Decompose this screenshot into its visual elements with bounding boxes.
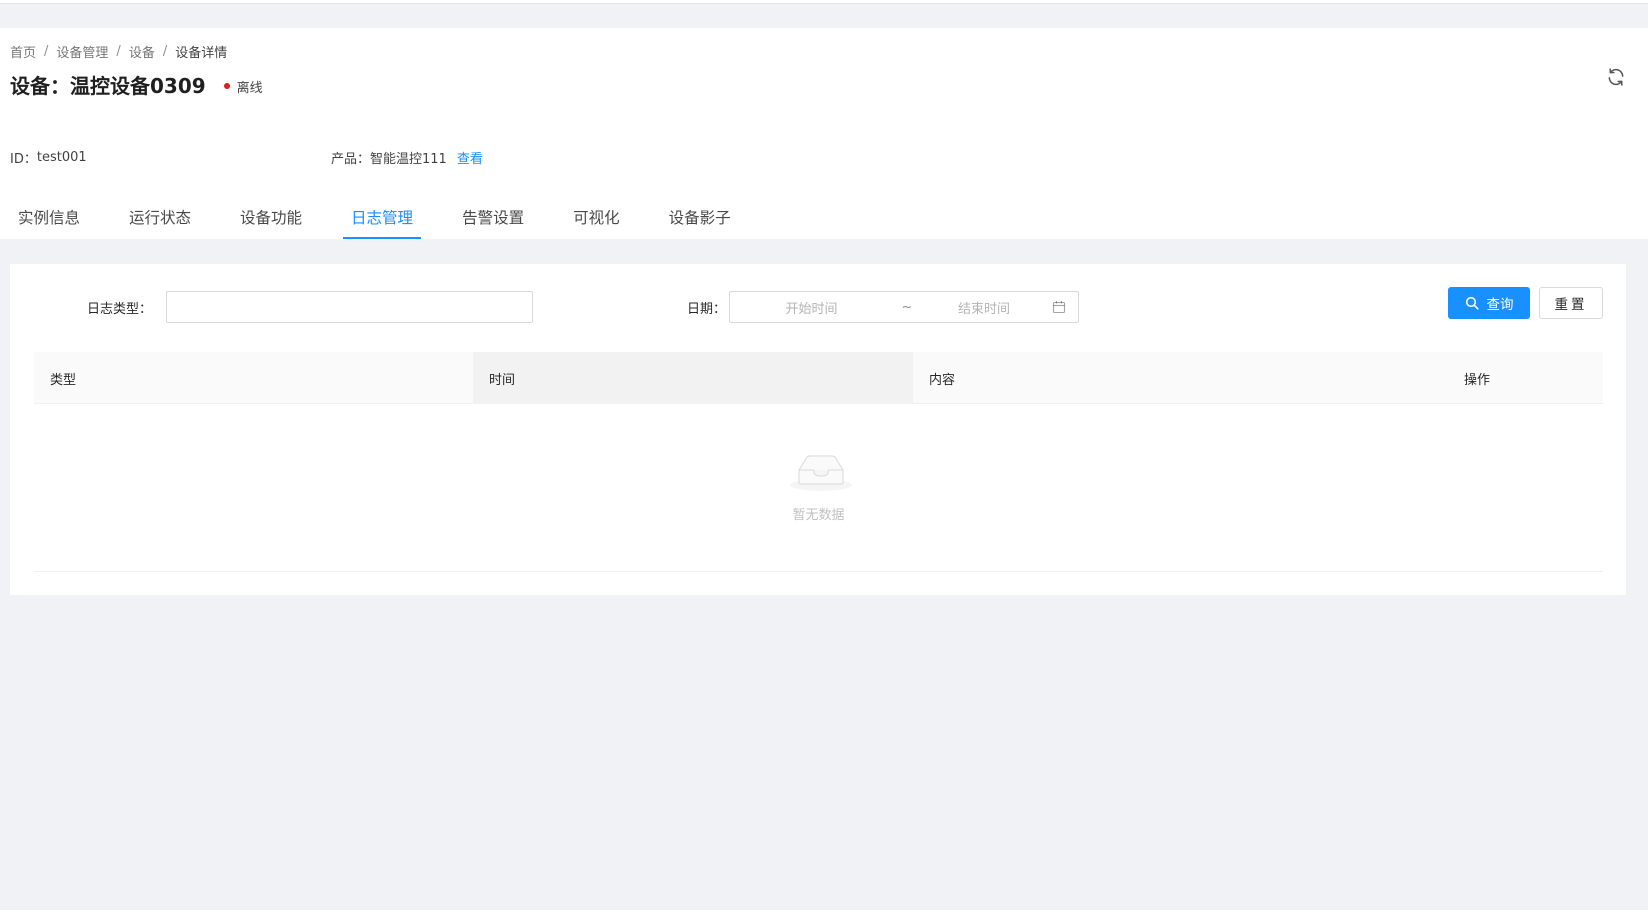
tab-device-shadow[interactable]: 设备影子 xyxy=(661,206,739,239)
breadcrumb-device-management[interactable]: 设备管理 xyxy=(56,42,108,61)
breadcrumb: 首页 / 设备管理 / 设备 / 设备详情 xyxy=(10,42,227,61)
date-range-picker[interactable]: 开始时间 ~ 结束时间 xyxy=(729,291,1079,323)
start-time-input[interactable]: 开始时间 xyxy=(730,298,893,317)
tab-alarm-settings[interactable]: 告警设置 xyxy=(454,206,532,239)
status-badge: 离线 xyxy=(223,77,263,96)
breadcrumb-device[interactable]: 设备 xyxy=(129,42,155,61)
title-row: 设备：温控设备0309 离线 xyxy=(10,70,263,99)
date-label: 日期： xyxy=(687,302,727,317)
search-button-label: 查询 xyxy=(1486,297,1514,313)
log-type-input[interactable] xyxy=(166,291,533,323)
log-card: 日志类型： 日期： 开始时间 ~ 结束时间 查询 重置 类型 时间 内容 操作 xyxy=(10,264,1626,595)
product-value: 智能温控111 xyxy=(370,152,447,167)
reset-button[interactable]: 重置 xyxy=(1539,287,1603,319)
breadcrumb-separator: / xyxy=(116,44,121,59)
page-title: 设备：温控设备0309 xyxy=(10,74,206,98)
device-id-row: ID： test001 xyxy=(10,148,87,167)
table-empty-state: 暂无数据 xyxy=(34,404,1603,572)
tab-visualization[interactable]: 可视化 xyxy=(565,206,628,239)
refresh-icon xyxy=(1608,68,1624,86)
tab-device-functions[interactable]: 设备功能 xyxy=(232,206,310,239)
tab-log-management[interactable]: 日志管理 xyxy=(343,206,422,239)
search-button[interactable]: 查询 xyxy=(1448,287,1530,319)
breadcrumb-separator: / xyxy=(162,44,168,59)
refresh-button[interactable] xyxy=(1604,65,1628,89)
status-label: 离线 xyxy=(236,80,263,96)
calendar-icon xyxy=(1052,301,1066,314)
tab-running-status[interactable]: 运行状态 xyxy=(121,206,199,239)
empty-inbox-icon xyxy=(790,455,852,491)
breadcrumb-device-detail: 设备详情 xyxy=(175,46,228,61)
log-type-label: 日志类型： xyxy=(87,302,153,317)
log-table: 类型 时间 内容 操作 暂无数据 xyxy=(34,352,1603,572)
product-label: 产品： xyxy=(331,152,371,167)
device-id-label: ID： xyxy=(10,152,37,167)
status-dot xyxy=(223,83,230,89)
column-header-content: 内容 xyxy=(929,372,956,388)
empty-text: 暂无数据 xyxy=(792,508,845,523)
end-time-input[interactable]: 结束时间 xyxy=(921,298,1047,317)
column-header-action: 操作 xyxy=(1464,372,1491,388)
top-strip xyxy=(0,0,1648,4)
tab-instance-info[interactable]: 实例信息 xyxy=(10,206,88,239)
breadcrumb-separator: / xyxy=(44,44,49,59)
table-header: 类型 时间 内容 操作 xyxy=(34,352,1603,404)
product-row: 产品： 智能温控111 查看 xyxy=(331,148,483,167)
column-header-type: 类型 xyxy=(50,372,77,388)
column-header-time[interactable]: 时间 xyxy=(473,352,913,404)
search-icon xyxy=(1465,296,1479,310)
device-id-value: test001 xyxy=(36,150,87,165)
range-separator: ~ xyxy=(901,299,913,315)
breadcrumb-home[interactable]: 首页 xyxy=(10,42,36,61)
view-product-link[interactable]: 查看 xyxy=(457,148,483,167)
tab-bar: 实例信息 运行状态 设备功能 日志管理 告警设置 可视化 设备影子 xyxy=(10,206,772,239)
page-header: 首页 / 设备管理 / 设备 / 设备详情 设备：温控设备0309 离线 ID：… xyxy=(0,28,1648,239)
